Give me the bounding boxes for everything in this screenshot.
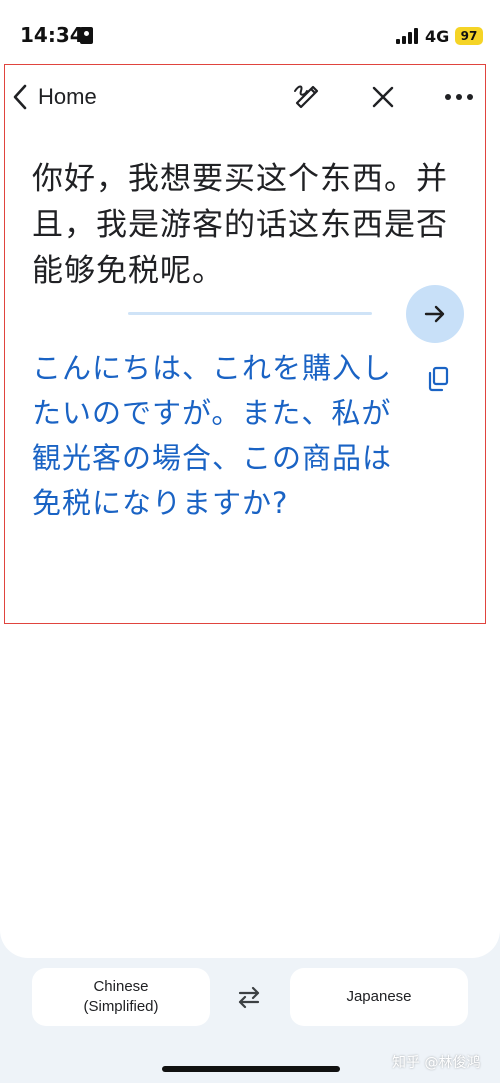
close-icon — [372, 86, 394, 108]
copy-icon — [428, 366, 449, 392]
signal-bars-icon — [396, 28, 420, 44]
more-options-button[interactable] — [442, 80, 476, 114]
source-language-button[interactable]: Chinese (Simplified) — [32, 968, 210, 1026]
close-button[interactable] — [366, 80, 400, 114]
network-type: 4G — [425, 27, 450, 46]
copy-button[interactable] — [423, 364, 453, 394]
source-language-label: Chinese (Simplified) — [83, 978, 159, 1015]
chevron-left-icon — [13, 84, 27, 110]
status-bar: 14:34 4G 97 — [0, 0, 500, 60]
back-home-button[interactable]: Home — [10, 80, 97, 114]
arrow-right-icon — [424, 305, 445, 323]
source-text[interactable]: 你好，我想要买这个东西。并且，我是游客的话这东西是否能够免税呢。 — [32, 156, 452, 294]
home-indicator[interactable] — [162, 1066, 340, 1072]
divider — [128, 312, 372, 315]
handwriting-pen-icon — [294, 85, 319, 109]
target-language-label: Japanese — [346, 988, 412, 1005]
back-label: Home — [38, 84, 97, 109]
handwriting-button[interactable] — [290, 80, 324, 114]
id-card-icon — [80, 27, 93, 44]
battery-indicator: 97 — [455, 27, 483, 45]
swap-languages-button[interactable] — [232, 982, 266, 1012]
watermark: 知乎 @林俊鸿 — [392, 1055, 481, 1071]
target-language-button[interactable]: Japanese — [290, 968, 468, 1026]
translate-screen: 14:34 4G 97 Home 你好，我想要买这个东西。并且，我是游客的话这东… — [0, 0, 500, 1083]
status-time: 14:34 — [20, 23, 84, 47]
more-vert-icon — [445, 94, 473, 100]
translate-button[interactable] — [406, 285, 464, 343]
swap-horiz-icon — [238, 986, 260, 1009]
translated-text[interactable]: こんにちは、これを購入したいのですが。また、私が観光客の場合、この商品は免税にな… — [32, 346, 402, 526]
